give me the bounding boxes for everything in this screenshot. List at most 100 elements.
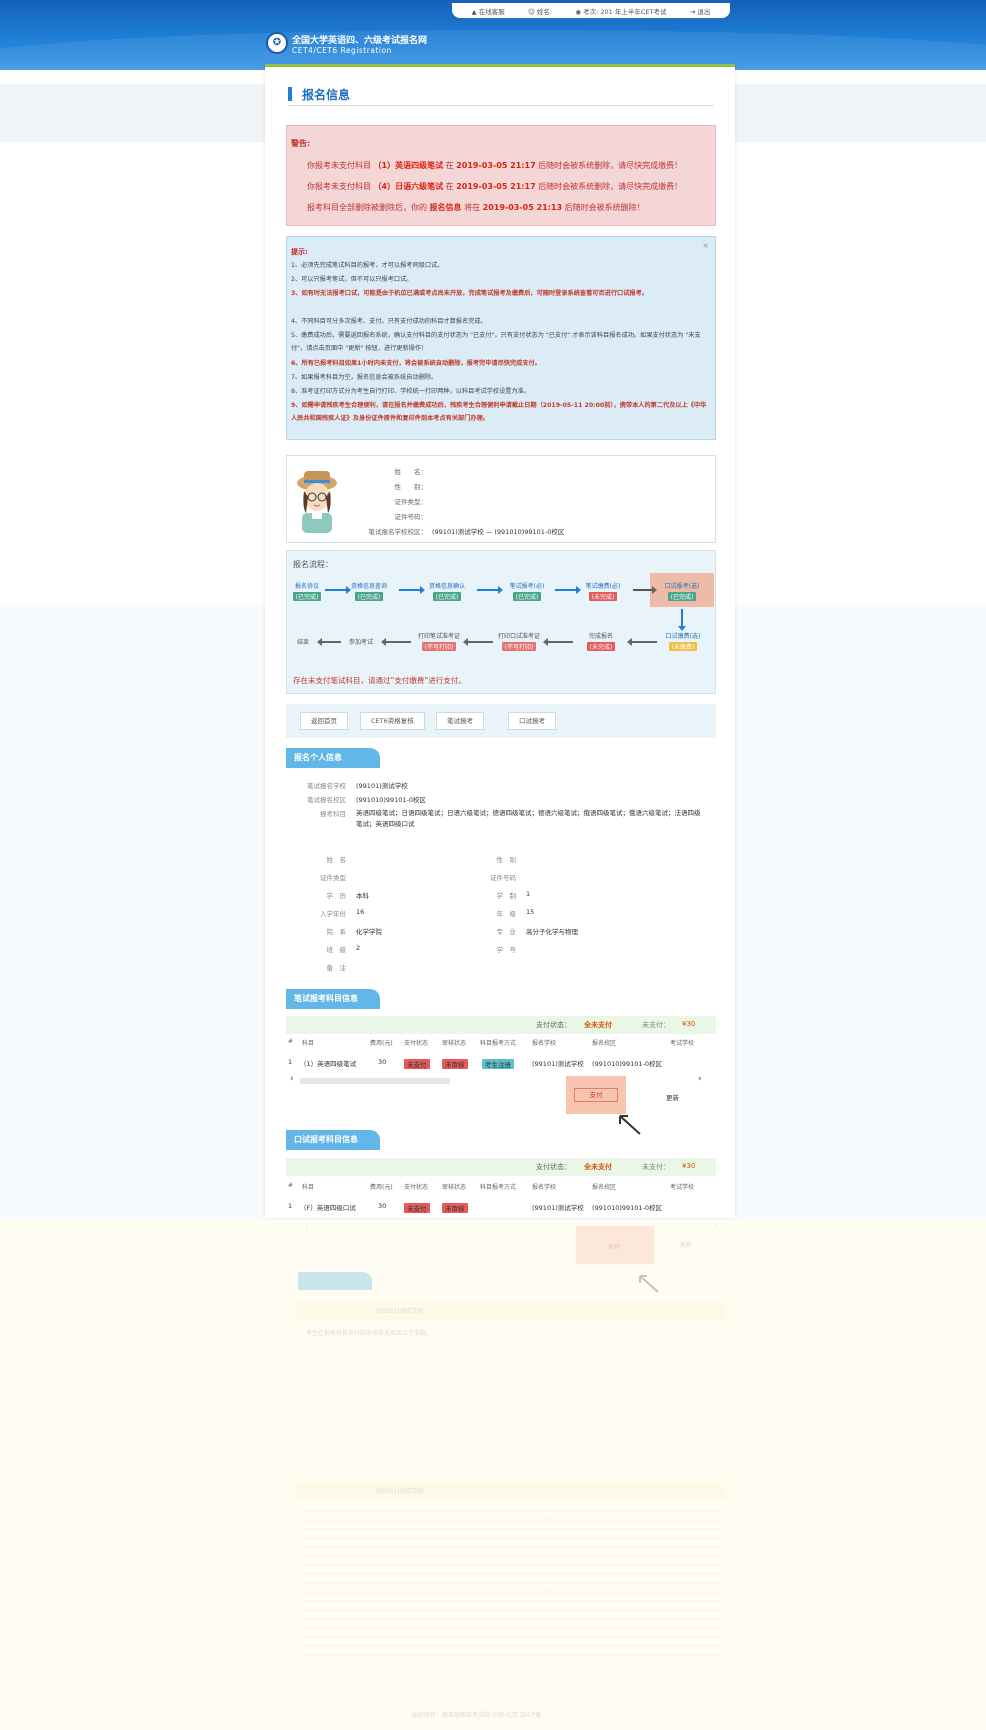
table-cell: (991010)99101-0校区 bbox=[592, 1060, 663, 1068]
table-cell: 30 bbox=[378, 1058, 387, 1066]
written-pay-summary: 支付状态： 全未支付 未支付： ¥30 bbox=[286, 1016, 716, 1034]
kv-value: 1 bbox=[526, 890, 531, 898]
faded-lower-area: ‹ › 支付 更新 (99101)测试学校 考生在报考科目支付前必须首先阅读以下… bbox=[0, 1220, 986, 1730]
kv-label: 学 历 bbox=[326, 892, 347, 900]
scroll-left-icon[interactable]: ‹ bbox=[305, 1222, 309, 1232]
audit-status-badge: 未审核 bbox=[442, 1203, 468, 1213]
pointer-arrow-icon bbox=[639, 1275, 659, 1293]
update-button[interactable]: 更新 bbox=[680, 1240, 692, 1249]
horizontal-scrollbar[interactable] bbox=[300, 1078, 450, 1084]
kv-label: 笔试报名学校 bbox=[307, 782, 346, 790]
registration-flow: 报名流程： 报名协议 (已完成) 资格信息查询 (已完成) 资格信息确认 (已完成) … bbox=[286, 550, 716, 694]
method-badge: 考生注册 bbox=[482, 1059, 514, 1069]
tip-item: 4、不同科目可分多次报考、支付。只有支付成功的科目才算报名完成。 bbox=[291, 318, 487, 325]
pay-button[interactable]: 支付 bbox=[608, 1242, 620, 1251]
oral-pay-summary: 支付状态： 全未支付 未支付： ¥30 bbox=[286, 1158, 716, 1176]
kv-label: 证件号码 bbox=[490, 874, 516, 882]
cet6-review-button[interactable]: CET6资格复核 bbox=[360, 712, 425, 730]
kv-label: 专 业 bbox=[496, 928, 517, 936]
flow-note: 存在未支付笔试科目，请通过“支付缴费”进行支付。 bbox=[293, 676, 466, 685]
pay-button-area: 支付 bbox=[576, 1226, 654, 1264]
tip-item: 8、准考证打印方式分为考生自行打印、学校统一打印两种，以科目考试学校设置为准。 bbox=[291, 388, 531, 395]
warning-box: 警告: 你报考未支付科目 （1）英语四级笔试 在 2019-03-05 21:1… bbox=[286, 125, 716, 226]
audit-status-badge: 未审核 bbox=[442, 1059, 468, 1069]
page-title: 报名信息 bbox=[288, 84, 714, 106]
flow-step: 资格信息确认 (已完成) bbox=[428, 583, 465, 601]
update-button[interactable]: 更新 bbox=[666, 1092, 679, 1102]
notice-title: (99101)测试学校 bbox=[376, 1488, 424, 1495]
scroll-right-icon[interactable]: › bbox=[714, 1222, 718, 1232]
oral-register-button[interactable]: 口试报考 bbox=[508, 712, 556, 730]
notice-bar: (99101)测试学校 bbox=[296, 1302, 726, 1320]
site-logo-text: 全国大学英语四、六级考试报名网 CET4/CET6 Registration bbox=[292, 36, 428, 55]
table-cell: (991010)99101-0校区 bbox=[592, 1204, 663, 1212]
profile-panel: 姓 名： 性 别： 证件类型： 证件号码： 笔试报名学校校区： (99101)测… bbox=[286, 455, 716, 543]
tip-item: 2、可以只报考笔试，但不可以只报考口试。 bbox=[291, 276, 413, 283]
table-row: 1 bbox=[288, 1058, 293, 1066]
profile-label: 性 别： bbox=[394, 483, 428, 491]
site-logo-icon: ✪ bbox=[266, 32, 288, 54]
warning-line: 报考科目全部删除被删除后，你的 报名信息 将在 2019-03-05 21:13… bbox=[307, 203, 645, 212]
kv-label: 姓 名 bbox=[326, 856, 347, 864]
table-cell: （1）英语四级笔试 bbox=[300, 1060, 357, 1068]
exam-session: ◉ 考次: 201 年上半年CET考试 bbox=[575, 7, 667, 16]
kv-label: 证件类型 bbox=[320, 874, 346, 882]
table-cell: 30 bbox=[378, 1202, 387, 1210]
profile-label: 证件类型： bbox=[394, 498, 428, 506]
kv-label: 年 级 bbox=[496, 910, 517, 918]
scroll-right-icon[interactable]: › bbox=[698, 1074, 702, 1084]
kv-label: 性 别 bbox=[496, 856, 517, 864]
scroll-left-icon[interactable]: ‹ bbox=[290, 1074, 294, 1084]
close-icon[interactable]: × bbox=[702, 241, 709, 250]
pay-status-badge: 未支付 bbox=[404, 1203, 430, 1213]
footer-copyright: 版权所有：教育部教育考试院 中国·北京 京ICP备 bbox=[412, 1712, 542, 1719]
user-name: ☺ 姓名: bbox=[528, 7, 553, 16]
kv-value: 化学学院 bbox=[356, 928, 382, 936]
kv-value: 英语四级笔试；日语四级笔试；日语六级笔试；德语四级笔试；德语六级笔试；俄语四级笔… bbox=[356, 809, 701, 828]
kv-value: 高分子化学与物理 bbox=[526, 928, 578, 936]
kv-value: 本科 bbox=[356, 892, 369, 900]
pointer-arrow-icon bbox=[619, 1115, 641, 1135]
kv-label: 学 制 bbox=[496, 892, 517, 900]
table-row: 1 bbox=[288, 1202, 293, 1210]
kv-label: 院 系 bbox=[326, 928, 347, 936]
flow-step: 笔试缴费(必) (未完成) bbox=[585, 583, 621, 601]
section-title-notice bbox=[298, 1272, 372, 1290]
warning-line: 你报考未支付科目 （1）英语四级笔试 在 2019-03-05 21:17 后随… bbox=[307, 161, 683, 170]
notice-bar: (99101)测试学校 bbox=[296, 1482, 726, 1500]
written-register-button[interactable]: 笔试报考 bbox=[436, 712, 484, 730]
section-title-oral: 口试报考科目信息 bbox=[286, 1130, 380, 1150]
tip-item: 7、如果报考科目为空，报名信息会被系统自动删除。 bbox=[291, 374, 438, 381]
logout-link[interactable]: ⇥ 退出 bbox=[690, 6, 711, 16]
tip-item: 9、如需申请残疾考生合理便利，请在报名并缴费成功后，残疾考生合理便利申请截止日期… bbox=[291, 402, 707, 422]
notice-body-text bbox=[300, 1510, 720, 1660]
section-title-written: 笔试报考科目信息 bbox=[286, 989, 380, 1009]
nav-buttons: 返回首页 CET6资格复核 笔试报考 口试报考 bbox=[286, 704, 716, 738]
kv-label: 备 注 bbox=[326, 964, 347, 972]
tip-item: 3、如有时无法报考口试，可能是由于机位已满或考点尚未开放，完成笔试报考及缴费后，… bbox=[291, 290, 648, 297]
notice-text: 考生在报考科目支付前必须首先阅读以下条款。 bbox=[306, 1330, 433, 1337]
kv-label: 报考科目 bbox=[320, 810, 346, 818]
tip-item: 5、缴费成功后，需要返回报名系统，确认支付科目的支付状态为 "已支付"，只有支付… bbox=[291, 332, 701, 352]
top-user-bar: ▲ 在线客服 ☺ 姓名: ◉ 考次: 201 年上半年CET考试 ⇥ 退出 bbox=[452, 3, 730, 18]
tips-box: 提示: × 1、必须先完成笔试科目的报考，才可以报考同级口试。 2、可以只报考笔… bbox=[286, 236, 716, 440]
profile-school: (99101)测试学校 — (991010)99101-0校区 bbox=[432, 528, 565, 536]
pay-button-area: 支付 bbox=[566, 1076, 626, 1114]
tip-item: 6、所有已报考科目如果1小时内未支付，将会被系统自动删除，报考完毕请尽快完成支付… bbox=[291, 360, 541, 367]
pay-button[interactable]: 支付 bbox=[574, 1088, 618, 1102]
flow-step: 打印笔试准考证 (不可打印) bbox=[417, 633, 460, 651]
flow-step: 口试报考(选) (已完成) bbox=[664, 583, 700, 601]
flow-step: 完成报名 (未完成) bbox=[571, 631, 631, 651]
warning-line: 你报考未支付科目 （4）日语六级笔试 在 2019-03-05 21:17 后随… bbox=[307, 182, 683, 191]
table-cell: （F）英语四级口试 bbox=[300, 1204, 356, 1212]
kv-value: 15 bbox=[526, 908, 535, 916]
home-button[interactable]: 返回首页 bbox=[300, 712, 348, 730]
flow-step: 笔试报考(必) (已完成) bbox=[509, 583, 545, 601]
online-service-link[interactable]: ▲ 在线客服 bbox=[472, 6, 505, 16]
profile-label: 证件号码： bbox=[394, 513, 428, 521]
tip-item: 1、必须先完成笔试科目的报考，才可以报考同级口试。 bbox=[291, 262, 444, 269]
kv-label: 班 级 bbox=[326, 946, 347, 954]
kv-label: 学 号 bbox=[496, 946, 517, 954]
flow-step: 口试缴费(选) (未缴费) bbox=[665, 633, 701, 651]
kv-value: (991010)99101-0校区 bbox=[356, 796, 427, 804]
